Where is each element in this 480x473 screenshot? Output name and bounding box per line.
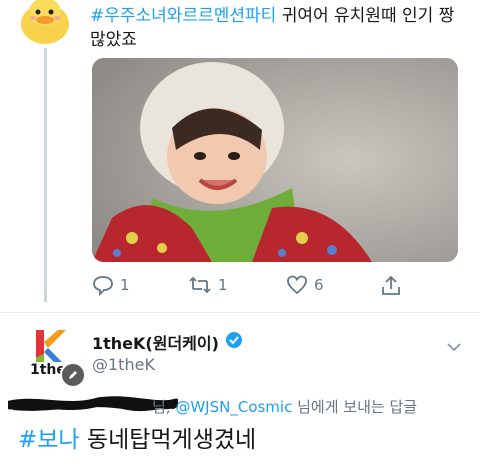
duck-avatar[interactable] [18,0,72,48]
tweet-text-line1: 귀여어 유치원때 인기 짱 [276,6,455,26]
reply-action[interactable]: 1 [92,272,130,298]
reply-account-name[interactable]: 1theK(원더케이) [92,330,243,354]
tweet-text: #우주소녀와르르멘션파티 귀여어 유치원때 인기 짱 많았죠 [90,4,475,52]
tweet-photo[interactable] [92,58,458,262]
edit-pencil-icon[interactable] [60,362,86,388]
retweet-count: 1 [218,276,228,294]
tweet-divider [0,312,480,313]
verified-badge-icon [225,331,243,353]
thread-connector-line [44,44,47,302]
account-handle[interactable]: @1theK [92,355,155,374]
tweet-hashtag-link[interactable]: #우주소녀와르르멘션파티 [90,6,276,26]
reply-body-text: 동네탑먹게생겼네 [79,427,257,453]
like-action[interactable]: 6 [286,272,324,298]
reply-text: #보나 동네탑먹게생겼네 [18,424,256,456]
heart-icon[interactable] [286,274,308,296]
chevron-down-icon[interactable] [446,338,462,357]
retweet-action[interactable]: 1 [188,272,228,298]
like-count: 6 [314,276,324,294]
tweet-actions-bar: 1 1 6 [92,272,412,298]
1thek-profile-logo[interactable]: 1the [26,328,86,388]
reply-icon[interactable] [92,274,114,296]
account-display-name[interactable]: 1theK(원더케이) [92,330,219,354]
replying-to-suffix: 님, [152,398,176,416]
share-icon[interactable] [380,274,402,296]
replying-to-rest: 님에게 보내는 답글 [292,398,418,416]
reply-count: 1 [120,276,130,294]
reply-hashtag-link[interactable]: #보나 [18,427,80,453]
tweet-text-line2: 많았죠 [90,30,137,50]
replying-to-context: 님, @WJSN_Cosmic 님에게 보내는 답글 [152,396,417,417]
retweet-icon[interactable] [188,274,212,296]
mention-link[interactable]: @WJSN_Cosmic [175,398,292,416]
share-action[interactable] [380,272,402,298]
